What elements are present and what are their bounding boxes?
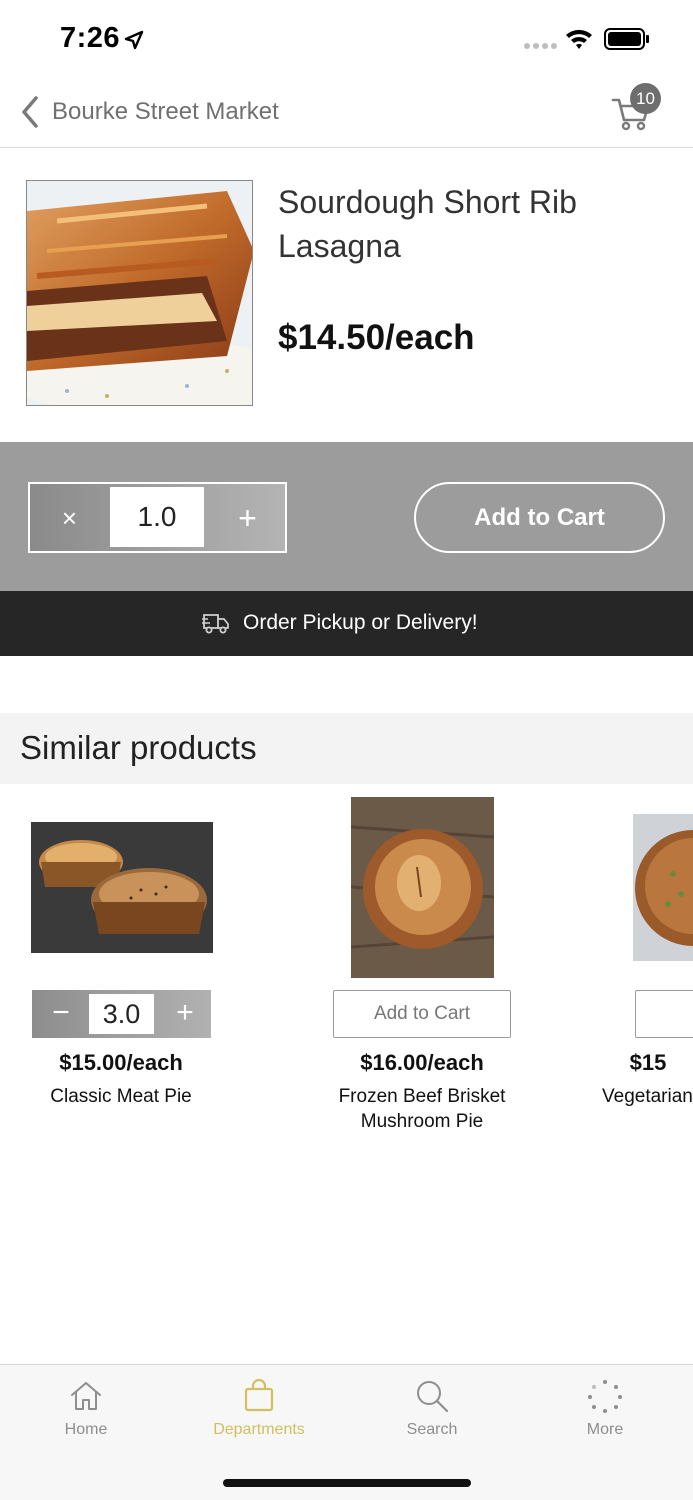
wifi-icon xyxy=(566,29,592,49)
quantity-input[interactable] xyxy=(89,994,154,1034)
shopping-bag-icon xyxy=(244,1379,274,1412)
clear-quantity-button[interactable]: × xyxy=(42,496,97,541)
product-price: $15 xyxy=(629,1050,667,1075)
battery-icon xyxy=(604,28,649,50)
add-to-cart-button[interactable]: Add to Cart xyxy=(333,990,511,1038)
tab-home[interactable]: Home xyxy=(26,1379,146,1449)
nav-bar: Bourke Street Market 10 xyxy=(0,78,693,148)
home-icon xyxy=(71,1382,101,1410)
product-name: Vegetarian xyxy=(602,1086,693,1107)
chevron-left-icon[interactable] xyxy=(16,94,46,130)
tab-more[interactable]: More xyxy=(545,1379,665,1449)
delivery-banner[interactable]: Order Pickup or Delivery! xyxy=(0,591,693,656)
increase-quantity-button[interactable]: + xyxy=(168,990,202,1038)
similar-product-card[interactable]: − + $15.00/each Classic Meat Pie xyxy=(0,784,300,1144)
tab-search[interactable]: Search xyxy=(372,1379,492,1449)
tab-label: Home xyxy=(64,1421,108,1438)
cart-count-badge: 10 xyxy=(630,83,661,114)
home-indicator xyxy=(223,1479,471,1487)
add-to-cart-button[interactable]: Ad xyxy=(635,990,693,1038)
delivery-banner-text: Order Pickup or Delivery! xyxy=(243,611,478,634)
product-thumbnail xyxy=(31,822,213,953)
product-thumbnail xyxy=(351,797,494,978)
search-icon xyxy=(417,1381,449,1413)
quantity-stepper: − + xyxy=(32,990,211,1038)
decrease-quantity-button[interactable]: − xyxy=(44,990,78,1038)
product-name: Sourdough Short Rib Lasagna xyxy=(278,184,577,264)
similar-product-card[interactable]: Ad $15 Vegetarian xyxy=(602,784,693,1144)
product-price: $14.50/each xyxy=(278,318,475,357)
product-price: $16.00/each xyxy=(360,1050,484,1075)
status-time: 7:26 xyxy=(60,22,121,54)
truck-icon xyxy=(202,614,229,634)
quantity-stepper: × + xyxy=(28,482,287,553)
product-name: Classic Meat Pie xyxy=(50,1086,192,1107)
tab-label: More xyxy=(586,1421,624,1438)
add-to-cart-button[interactable]: Add to Cart xyxy=(414,482,665,553)
more-dots-icon xyxy=(588,1380,622,1413)
product-price: $15.00/each xyxy=(59,1050,183,1075)
similar-product-card[interactable]: Add to Cart $16.00/each Frozen Beef Bris… xyxy=(301,784,601,1144)
purchase-panel: × + Add to Cart xyxy=(0,442,693,591)
back-button-label[interactable]: Bourke Street Market xyxy=(52,98,279,126)
increase-quantity-button[interactable]: + xyxy=(220,494,275,542)
quantity-input[interactable] xyxy=(110,487,204,547)
product-thumbnail xyxy=(633,814,693,961)
product-name: Frozen Beef Brisket Mushroom Pie xyxy=(338,1086,506,1132)
tab-label: Departments xyxy=(213,1421,305,1438)
section-title: Similar products xyxy=(20,729,257,766)
signal-icon xyxy=(524,43,557,49)
tab-departments[interactable]: Departments xyxy=(199,1379,319,1449)
status-bar: 7:26 xyxy=(0,0,693,78)
similar-products-header: Similar products xyxy=(0,713,693,784)
location-arrow-icon xyxy=(124,30,144,50)
product-image xyxy=(26,180,253,406)
tab-label: Search xyxy=(406,1421,458,1438)
